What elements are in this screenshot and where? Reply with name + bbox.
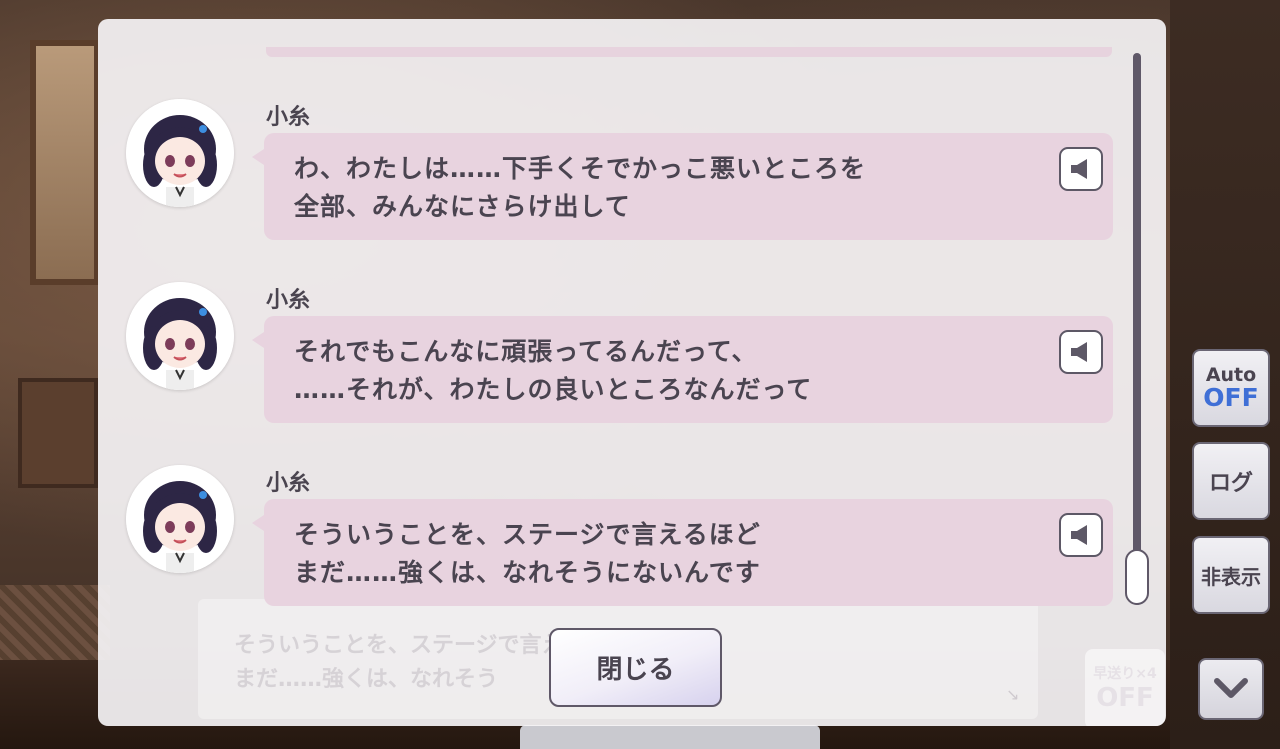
hide-ui-button[interactable]: 非表示 xyxy=(1192,536,1270,614)
background-shelf xyxy=(18,378,98,488)
character-sprite xyxy=(520,725,820,749)
speaker-name: 小糸 xyxy=(266,105,311,130)
avatar-portrait xyxy=(126,465,234,573)
log-entry: 小糸 そういうことを、ステージで言えるほど まだ……強くは、なれそうにないんです xyxy=(98,465,1166,635)
corner-arrow-icon: ↘ xyxy=(1006,685,1020,704)
dialog-line: それでもこんなに頑張ってるんだって、 xyxy=(294,337,758,366)
dialog-bubble: それでもこんなに頑張ってるんだって、 ……それが、わたしの良いところなんだって xyxy=(252,316,1113,423)
dialog-line: 全部、みんなにさらけ出して xyxy=(294,192,631,221)
speaker-icon xyxy=(1071,525,1087,545)
background-window xyxy=(30,40,100,285)
dialog-line: ……それが、わたしの良いところなんだって xyxy=(294,375,813,404)
auto-toggle-button[interactable]: Auto OFF xyxy=(1192,349,1270,427)
fast-forward-toggle[interactable]: 早送り×4 OFF xyxy=(1085,649,1165,726)
scrollbar-track[interactable] xyxy=(1133,53,1141,605)
log-entry: 小糸 わ、わたしは……下手くそでかっこ悪いところを 全部、みんなにさらけ出して xyxy=(98,99,1166,269)
speaker-name: 小糸 xyxy=(266,288,311,313)
auto-label: Auto xyxy=(1205,364,1257,386)
chevron-down-icon xyxy=(1214,678,1248,698)
avatar xyxy=(126,282,234,390)
log-panel: そういうことを、ステージで言えるほど まだ……強くは、なれそう ↘ 早送り×4 … xyxy=(98,19,1166,726)
dialog-line: わ、わたしは……下手くそでかっこ悪いところを xyxy=(294,154,867,183)
speaker-name: 小糸 xyxy=(266,471,311,496)
avatar xyxy=(126,99,234,207)
avatar-portrait xyxy=(126,282,234,390)
menu-toggle-button[interactable] xyxy=(1198,658,1264,720)
speaker-icon xyxy=(1071,342,1087,362)
log-button[interactable]: ログ xyxy=(1192,442,1270,520)
scrollbar-thumb[interactable] xyxy=(1125,549,1149,605)
voice-replay-button[interactable] xyxy=(1059,330,1103,374)
fast-forward-state: OFF xyxy=(1096,683,1154,713)
avatar-portrait xyxy=(126,99,234,207)
dialog-line: まだ……強くは、なれそうにないんです xyxy=(294,558,761,587)
close-button[interactable]: 閉じる xyxy=(549,628,722,707)
voice-replay-button[interactable] xyxy=(1059,147,1103,191)
speaker-icon xyxy=(1071,159,1087,179)
auto-state: OFF xyxy=(1203,383,1259,412)
dialog-line: そういうことを、ステージで言えるほど xyxy=(294,520,761,549)
dialog-bubble: わ、わたしは……下手くそでかっこ悪いところを 全部、みんなにさらけ出して xyxy=(252,133,1113,240)
voice-replay-button[interactable] xyxy=(1059,513,1103,557)
fast-forward-label: 早送り×4 xyxy=(1093,666,1157,682)
log-entry: 小糸 それでもこんなに頑張ってるんだって、 ……それが、わたしの良いところなんだ… xyxy=(98,282,1166,452)
background-rug xyxy=(0,585,110,665)
avatar xyxy=(126,465,234,573)
previous-bubble-edge xyxy=(266,47,1112,57)
dialog-bubble: そういうことを、ステージで言えるほど まだ……強くは、なれそうにないんです xyxy=(252,499,1113,606)
